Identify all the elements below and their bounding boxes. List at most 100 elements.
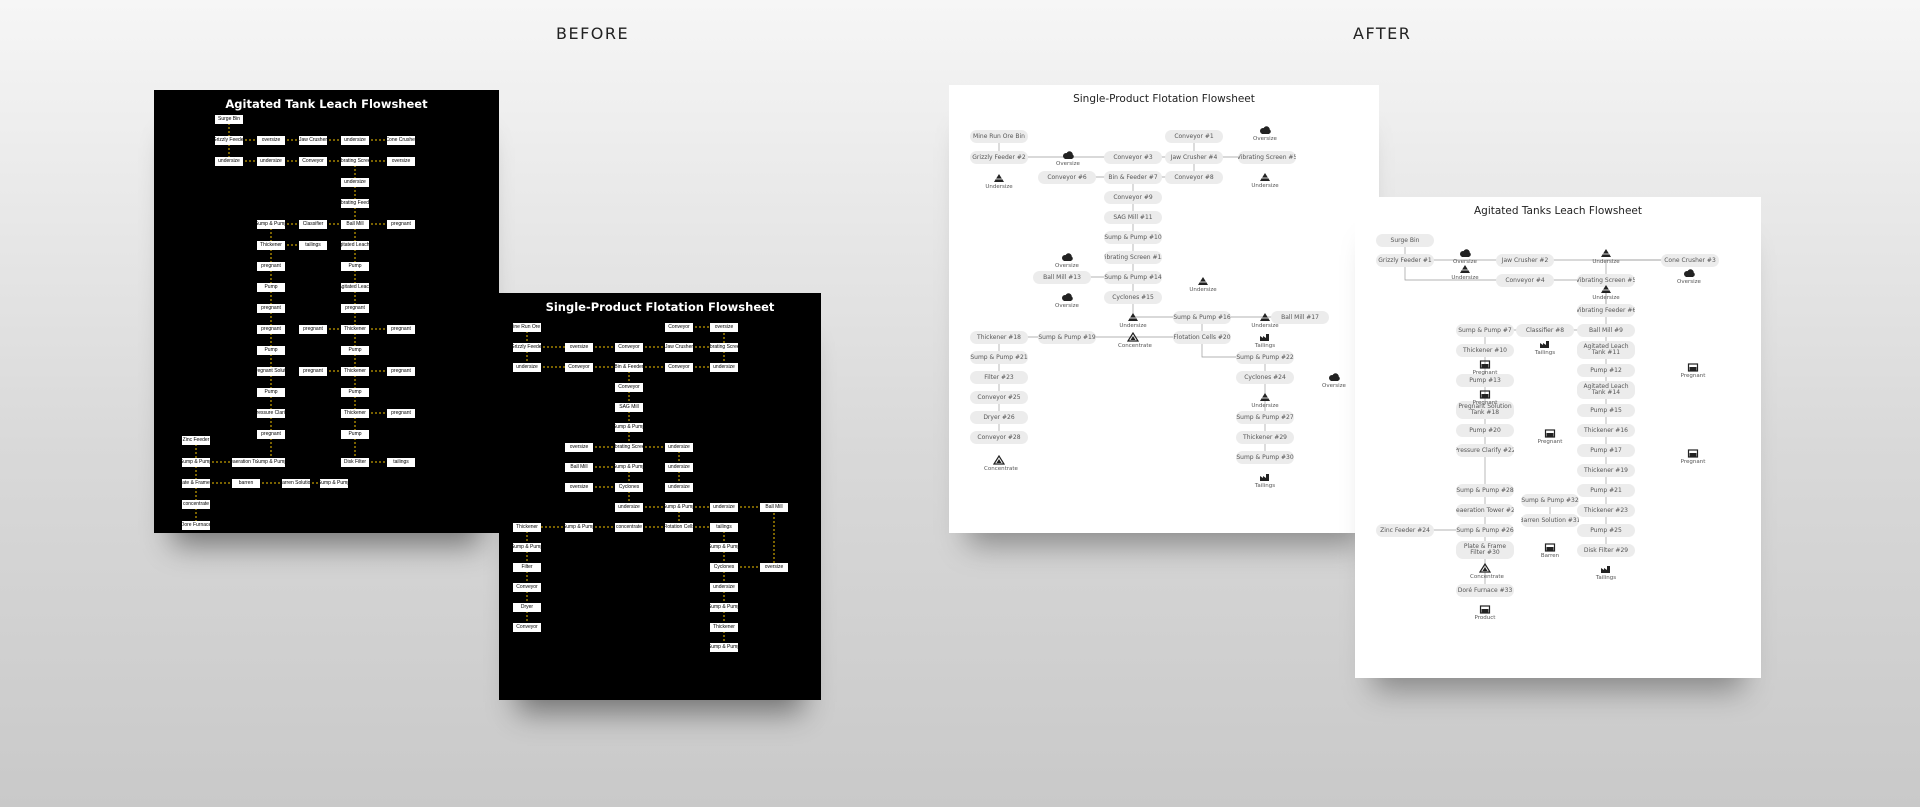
flow-node-disk-filter-29: Disk Filter #29 [1577,543,1635,557]
cloud-icon [1329,373,1340,381]
flow-node-classifier: Classifier [299,219,327,229]
flow-node-undersize-a: undersize [513,362,541,372]
flow-node-sump-pump-10: Sump & Pump #10 [1104,230,1162,244]
flow-node-pressure-clarify: Pressure Clarify [257,408,285,418]
flow-symbol-label: Undersize [1119,323,1147,329]
flow-node-filter-23: Filter #23 [970,370,1028,384]
before-tank-leach-sheet: Agitated Tank Leach Flowsheet Surge Bin G… [154,90,499,533]
flow-node-thickener-10: Thickener #10 [1456,343,1514,357]
flow-node-zinc-feeder: Zinc Feeder [182,435,210,445]
flow-node-jaw-crusher: Jaw Crusher [299,135,327,145]
tank-icon [1479,390,1491,399]
factory-icon [1260,474,1269,481]
flow-node-sump-pump-3: Sump & Pump [257,457,285,467]
flow-node-conveyor-6: Conveyor #6 [1038,170,1096,184]
flow-node-grizzly-2: Grizzly Feeder #2 [970,150,1028,164]
flow-node-pump-7: Pump [341,387,369,397]
flow-node-sump-pump-4: Sump & Pump [320,478,348,488]
flow-node-conveyor-a: Conveyor [665,322,693,332]
flow-node-pump-8: Pump [341,429,369,439]
flow-symbol-concentrate-2: Concentrate [984,455,1018,472]
flow-node-pump-25: Pump #25 [1577,523,1635,537]
tri-icon [1127,332,1139,342]
flow-node-flotation-cells-20: Flotation Cells #20 [1173,330,1231,344]
flow-node-oversize-d: oversize [565,482,593,492]
flow-node-classifier-8: Classifier #8 [1516,323,1574,337]
flow-node-conveyor-f: Conveyor [513,582,541,592]
flow-node-plate-frame: Plate & Frame F [182,478,210,488]
mound-icon [1260,173,1270,181]
mound-icon [1601,249,1611,257]
factory-icon [1601,566,1610,573]
flow-node-conveyor-c: Conveyor [565,362,593,372]
flow-node-jaw-crusher: Jaw Crusher [665,342,693,352]
flow-symbol-pregnant-5: Pregnant [1678,448,1708,465]
flow-symbol-label: Undersize [1251,323,1279,329]
flow-node-sump-pump-26: Sump & Pump #26 [1456,523,1514,537]
flow-node-ball-mill-13: Ball Mill #13 [1033,270,1091,284]
cloud-icon [1260,126,1271,134]
flow-node-pump-17: Pump #17 [1577,443,1635,457]
flow-symbol-label: Undersize [1592,295,1620,301]
flow-node-bin-feeder: Bin & Feeder [615,362,643,372]
flow-node-undersize-b: undersize [710,362,738,372]
flow-node-undersize-e: undersize [665,482,693,492]
tank-icon [1544,429,1556,438]
mound-icon [1260,393,1270,401]
flow-node-conveyor-d: Conveyor [665,362,693,372]
flow-node-deaeration-tower: Deaeration Tower [232,457,260,467]
flow-node-thickener-16: Thickener #16 [1577,423,1635,437]
flow-node-conveyor-e: Conveyor [615,382,643,392]
flow-node-pump-20: Pump #20 [1456,423,1514,437]
flow-node-conveyor-9: Conveyor #9 [1104,190,1162,204]
cloud-icon [1460,249,1471,257]
flow-symbol-concentrate-1: Concentrate [1118,332,1152,349]
flow-node-sump-pump-b: Sump & Pump [615,462,643,472]
mound-icon [1198,277,1208,285]
flow-symbol-label: Pregnant [1472,400,1498,406]
flow-symbol-label: Concentrate [984,466,1018,472]
flow-node-sag-mill: SAG Mill [615,402,643,412]
flow-node-barren-solution: Barren Solution [282,478,310,488]
flow-node-conveyor-3: Conveyor #3 [1104,150,1162,164]
cloud-icon [1062,293,1073,301]
flow-node-sump-pump-h: Sump & Pump [710,642,738,652]
flow-node-sump-pump-22: Sump & Pump #22 [1236,350,1294,364]
flow-node-conveyor-8: Conveyor #8 [1165,170,1223,184]
flow-node-sump-pump-2: Sump & Pump [182,457,210,467]
cloud-icon [1684,269,1695,277]
flow-node-pregnant-7: pregnant [299,366,327,376]
flow-node-mine-run: Mine Run Ore Bin [970,129,1028,143]
flow-symbol-pregnant-4: Pregnant [1535,428,1565,445]
flow-node-sump-pump-g: Sump & Pump [710,602,738,612]
flow-symbol-undersize-3: Undersize [1591,284,1621,301]
flow-node-ball-mill-a: Ball Mill [565,462,593,472]
flow-node-pregnant-6: pregnant [387,324,415,334]
flow-node-sump-pump-d: Sump & Pump [565,522,593,532]
flow-node-sump-pump-14: Sump & Pump #14 [1104,270,1162,284]
flow-node-oversize-e: oversize [760,562,788,572]
flow-node-concentrate: concentrate [615,522,643,532]
flow-symbol-product: Product [1470,604,1500,621]
flow-symbol-label: Tailings [1534,350,1556,356]
flow-node-pump-2: Pump [257,282,285,292]
flow-node-thickener-1: Thickener [257,240,285,250]
flow-symbol-tailings-2: Tailings [1591,564,1621,581]
flow-node-conveyor-25: Conveyor #25 [970,390,1028,404]
flow-node-barren: barren [232,478,260,488]
tank-icon [1544,543,1556,552]
flow-node-sump-pump-f: Sump & Pump [710,542,738,552]
flow-node-pregnant-5: pregnant [299,324,327,334]
flow-node-pressure-clarify-22: Pressure Clarify #22 [1456,443,1514,457]
flow-node-sump-pump-1: Sump & Pump [257,219,285,229]
flow-node-oversize-b: oversize [565,342,593,352]
flow-node-tailings: tailings [710,522,738,532]
flow-node-sump-pump-30: Sump & Pump #30 [1236,450,1294,464]
flow-node-thickener-23: Thickener #23 [1577,503,1635,517]
flow-node-flotation-cells: Flotation Cells [665,522,693,532]
flow-node-pump-5: Pump [341,345,369,355]
flow-node-pregnant-solution: Pregnant Solutio [257,366,285,376]
flow-node-undersize-3: undersize [257,156,285,166]
sheet-title: Single-Product Flotation Flowsheet [545,300,775,314]
flow-node-thickener-29: Thickener #29 [1236,430,1294,444]
